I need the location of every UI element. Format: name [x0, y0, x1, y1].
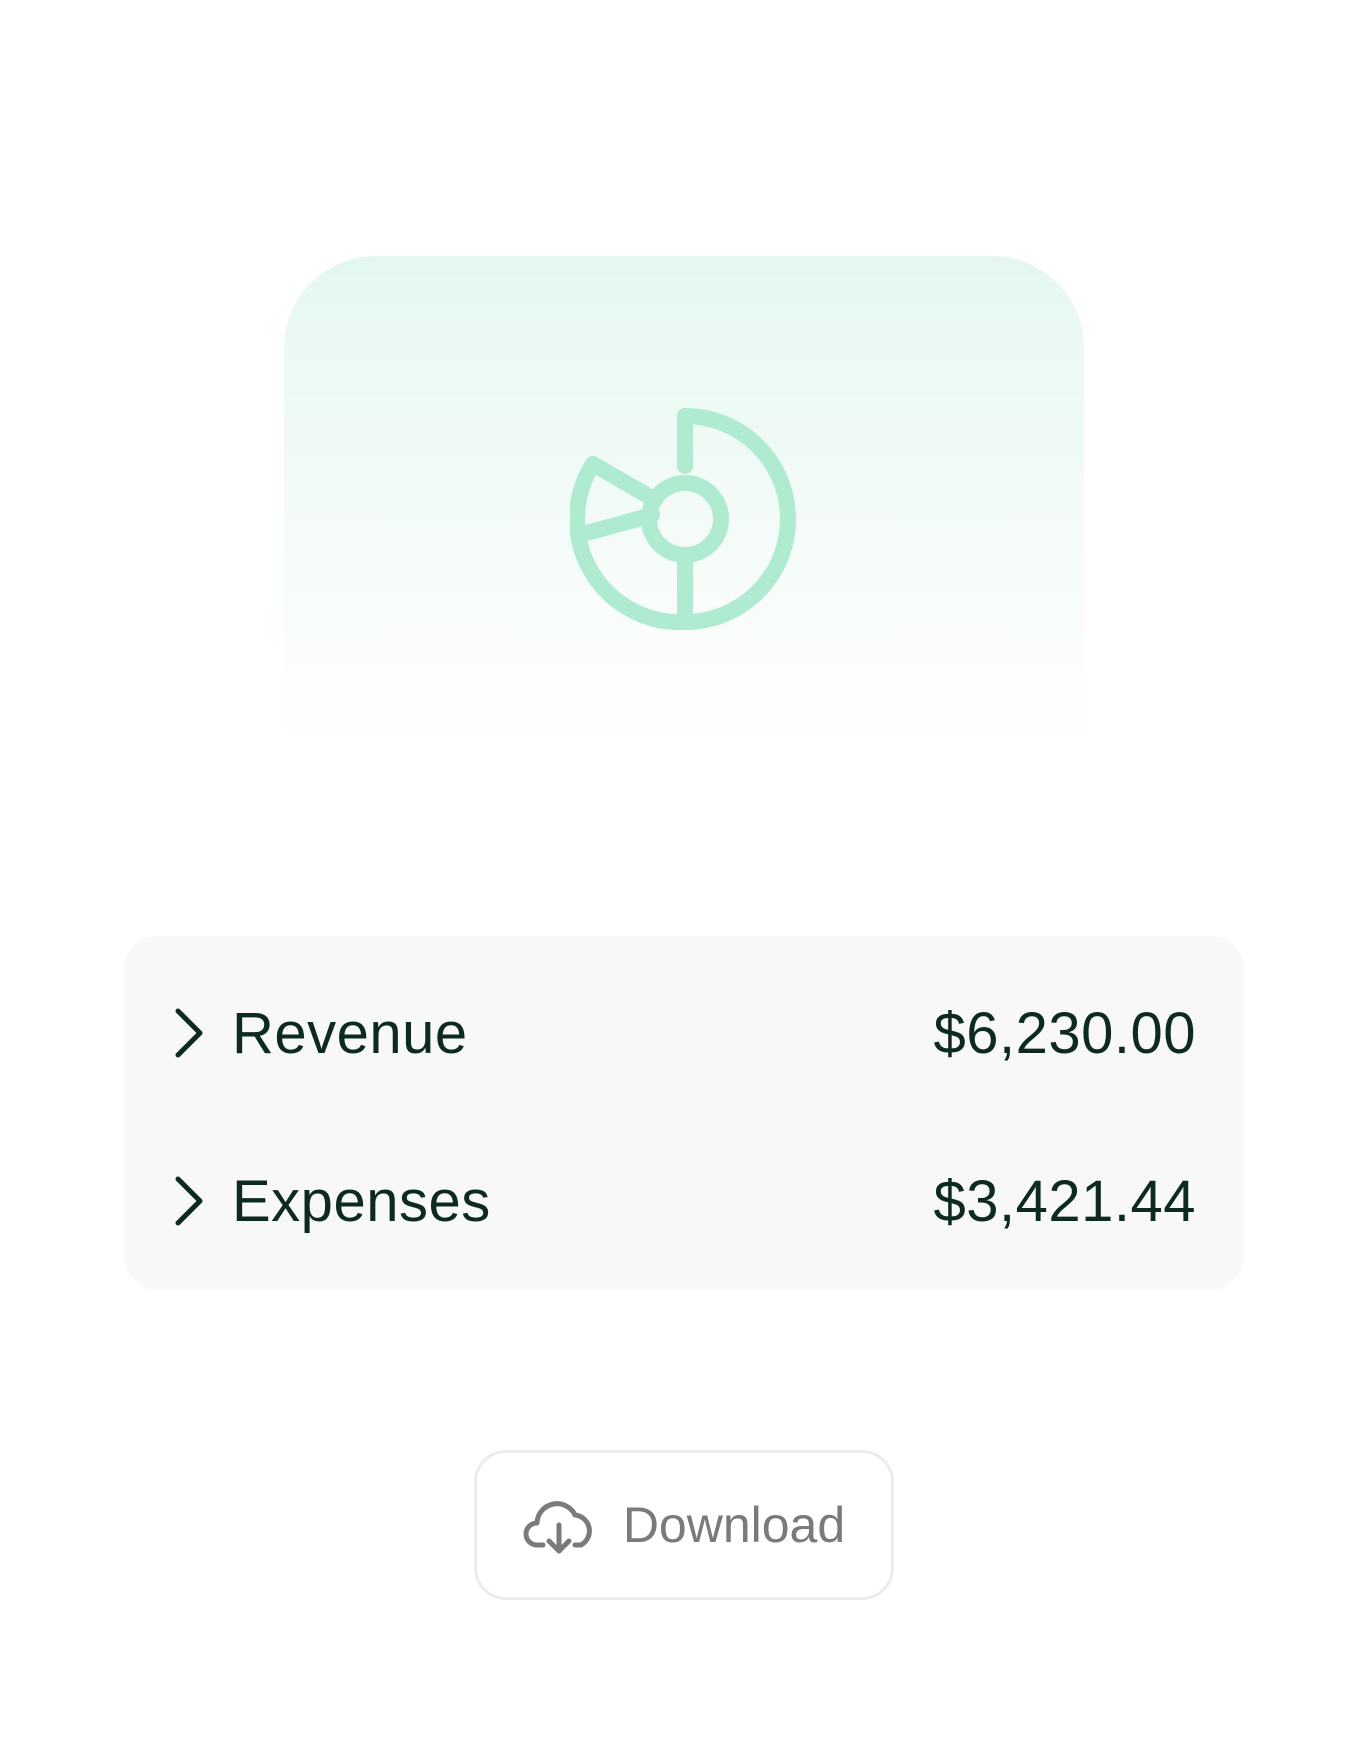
donut-chart-icon: [570, 404, 800, 634]
revenue-value: $6,230.00: [933, 1000, 1196, 1066]
chevron-right-icon: [172, 1007, 206, 1059]
download-label: Download: [622, 1497, 846, 1553]
expenses-value: $3,421.44: [933, 1168, 1196, 1234]
chevron-right-icon: [172, 1175, 206, 1227]
summary-row-revenue[interactable]: Revenue $6,230.00: [0, 978, 1368, 1088]
summary-row-expenses[interactable]: Expenses $3,421.44: [0, 1146, 1368, 1256]
cloud-download-icon: [523, 1495, 593, 1555]
download-button[interactable]: Download: [474, 1450, 894, 1600]
expenses-label: Expenses: [232, 1168, 491, 1234]
page: Revenue $6,230.00 Expenses $3,421.44 Dow…: [0, 0, 1368, 1760]
revenue-label: Revenue: [232, 1000, 468, 1066]
